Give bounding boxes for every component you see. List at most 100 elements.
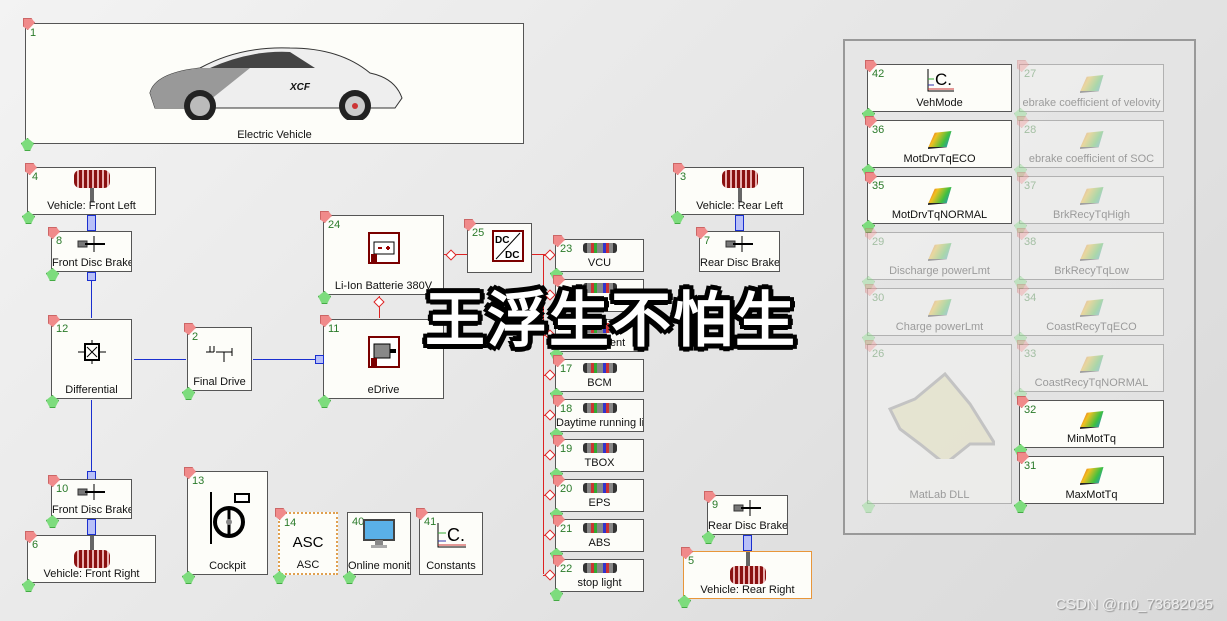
param-block-coastrecytqnormal[interactable]: 33 CoastRecyTqNORMAL	[1019, 344, 1164, 392]
overlay-caption: 王浮生不怕生	[425, 286, 797, 356]
dcdc-block[interactable]: 25 DC DC	[467, 223, 532, 273]
electrical-load-block[interactable]: 19 TBOX	[555, 439, 644, 472]
param-block-motdrvtqnormal[interactable]: 35 MotDrvTqNORMAL	[867, 176, 1012, 224]
block-number: 2	[192, 331, 199, 343]
rear-disc-brake-block[interactable]: 7 Rear Disc Brake	[699, 231, 780, 272]
online-monitor-block[interactable]: 40 Online monito	[347, 512, 411, 575]
electric-connector[interactable]	[544, 409, 556, 421]
block-label: BrkRecyTqHigh	[1052, 209, 1131, 221]
block-number: 33	[1024, 348, 1037, 360]
electrical-load-block[interactable]: 21 ABS	[555, 519, 644, 552]
svg-text:C.: C.	[447, 525, 465, 545]
block-label: Final Drive	[193, 376, 246, 388]
block-label: Front Disc Brake	[52, 504, 131, 516]
shaft-connector[interactable]	[315, 355, 324, 364]
block-label: ebrake coefficient of velovity	[1022, 97, 1161, 109]
electrical-load-block[interactable]: 17 BCM	[555, 359, 644, 392]
block-number: 30	[872, 292, 885, 304]
shaft-connector[interactable]	[735, 215, 744, 231]
3d-map-icon	[1079, 411, 1104, 429]
electric-motor-icon	[367, 336, 400, 368]
block-label: Online monito	[348, 560, 410, 572]
electric-connector[interactable]	[544, 529, 556, 541]
rear-left-tyre-block[interactable]: 3 Vehicle: Rear Left	[675, 167, 804, 215]
block-label: MatLab DLL	[909, 489, 970, 501]
3d-map-icon	[927, 299, 952, 317]
block-number: 8	[56, 235, 63, 247]
param-block-motdrvtqeco[interactable]: 36 MotDrvTqECO	[867, 120, 1012, 168]
cockpit-block[interactable]: 13 Cockpit	[187, 471, 268, 575]
front-disc-brake-block[interactable]: 10 Front Disc Brake	[51, 479, 132, 519]
front-disc-brake-block[interactable]: 8 Front Disc Brake	[51, 231, 132, 272]
rear-disc-brake-block[interactable]: 9 Rear Disc Brake	[707, 495, 788, 535]
constants-block[interactable]: 41 C. Constants	[419, 512, 483, 575]
front-left-tyre-block[interactable]: 4 Vehicle: Front Left	[27, 167, 156, 215]
electrical-load-block[interactable]: 22 stop light	[555, 559, 644, 592]
final-drive-block[interactable]: 2 Final Drive	[187, 327, 252, 391]
param-block-matlab-dll[interactable]: 26 MatLab DLL	[867, 344, 1012, 504]
param-block-ebrake-coefficient-of-velovity[interactable]: 27 ebrake coefficient of velovity	[1019, 64, 1164, 112]
param-block-minmottq[interactable]: 32 MinMotTq	[1019, 400, 1164, 448]
block-number: 37	[1024, 180, 1037, 192]
control-parameters-group[interactable]: 42 C. VehMode 36 MotDrvTqECO 35 MotDrvTqNOR…	[843, 39, 1196, 535]
block-label: ABS	[588, 537, 611, 549]
block-number: 7	[704, 235, 711, 247]
asc-block[interactable]: 14 ASC ASC	[278, 512, 338, 575]
svg-text:DC: DC	[495, 235, 509, 246]
block-number: 9	[712, 499, 719, 511]
block-number: 3	[680, 171, 687, 183]
differential-icon	[77, 340, 106, 364]
block-number: 26	[872, 348, 885, 360]
electric-connector[interactable]	[544, 369, 556, 381]
shaft-connector[interactable]	[87, 215, 96, 231]
electric-connector[interactable]	[544, 489, 556, 501]
electrical-load-block[interactable]: 20 EPS	[555, 479, 644, 512]
block-label: Rear Disc Brake	[708, 520, 787, 532]
param-block-vehmode[interactable]: 42 C. VehMode	[867, 64, 1012, 112]
front-right-tyre-block[interactable]: 6 Vehicle: Front Right	[27, 535, 156, 583]
svg-text:DC: DC	[505, 250, 519, 261]
electrical-load-block[interactable]: 23 VCU	[555, 239, 644, 272]
electric-connector[interactable]	[544, 449, 556, 461]
param-block-discharge-powerlmt[interactable]: 29 Discharge powerLmt	[867, 232, 1012, 280]
shaft-connector[interactable]	[87, 519, 96, 535]
block-number: 42	[872, 68, 885, 80]
electric-vehicle-block[interactable]: 1 XCF Electric Vehicle	[25, 23, 524, 144]
svg-text:XCF: XCF	[289, 82, 311, 93]
electrical-load-block[interactable]: 18 Daytime running lig	[555, 399, 644, 432]
3d-map-icon	[1079, 467, 1104, 485]
block-label: VCU	[587, 257, 612, 269]
rear-right-tyre-block[interactable]: 5 Vehicle: Rear Right	[683, 551, 812, 599]
block-label: Rear Disc Brake	[700, 257, 779, 269]
block-label: eDrive	[367, 384, 400, 396]
param-block-ebrake-coefficient-of-soc[interactable]: 28 ebrake coefficient of SOC	[1019, 120, 1164, 168]
block-number: 5	[688, 555, 695, 567]
electric-connector[interactable]	[544, 249, 556, 261]
electric-connector[interactable]	[544, 569, 556, 581]
block-number: 12	[56, 323, 69, 335]
shaft-wire	[91, 400, 92, 474]
block-label: EPS	[588, 497, 611, 509]
param-block-charge-powerlmt[interactable]: 30 Charge powerLmt	[867, 288, 1012, 336]
param-block-maxmottq[interactable]: 31 MaxMotTq	[1019, 456, 1164, 504]
param-block-brkrecytqhigh[interactable]: 37 BrkRecyTqHigh	[1019, 176, 1164, 224]
block-label: Vehicle: Rear Left	[696, 200, 783, 212]
shaft-wire	[91, 280, 92, 318]
gear-ratio-icon	[205, 346, 232, 362]
block-number: 19	[560, 443, 573, 455]
3d-map-icon	[927, 187, 952, 205]
block-number: 17	[560, 363, 573, 375]
block-number: 38	[1024, 236, 1037, 248]
electric-connector[interactable]	[445, 249, 457, 261]
resistor-icon	[582, 243, 617, 253]
block-label: MotDrvTqNORMAL	[891, 209, 988, 221]
differential-block[interactable]: 12 Differential	[51, 319, 132, 399]
electric-connector[interactable]	[373, 296, 385, 308]
block-number: 22	[560, 563, 573, 575]
shaft-connector[interactable]	[743, 535, 752, 551]
block-label: BrkRecyTqLow	[1054, 265, 1129, 277]
param-block-brkrecytqlow[interactable]: 38 BrkRecyTqLow	[1019, 232, 1164, 280]
block-number: 21	[560, 523, 573, 535]
block-label: VehMode	[916, 97, 963, 109]
param-block-coastrecytqeco[interactable]: 34 CoastRecyTqECO	[1019, 288, 1164, 336]
